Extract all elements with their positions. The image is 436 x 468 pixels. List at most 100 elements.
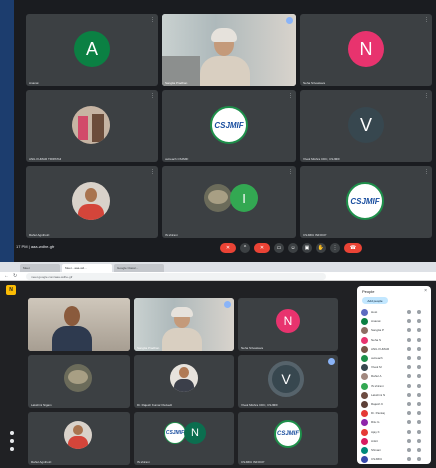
participant-tile-is-shirani[interactable]: CSJMIF N IS shirani [134,412,234,465]
participant-tile-anil[interactable]: ⋮ ANIL KUMAR TRIPATHI [26,90,158,162]
captions-icon[interactable]: ▭ [274,243,284,253]
avatar-n: N [184,422,206,444]
more-options-icon[interactable]: ⋮ [150,169,155,175]
mic-status-icon[interactable] [407,402,411,406]
avatar-n: N [276,309,300,333]
browser-tab-active[interactable]: Meet - aaa-wd... [62,264,112,272]
more-options-icon[interactable] [417,420,421,425]
avatar-a: A [74,31,110,67]
mic-status-icon[interactable] [407,310,411,314]
side-dot-icon[interactable] [10,447,14,451]
participant-avatar [361,410,368,418]
more-options-icon[interactable] [417,383,421,388]
people-panel-title: People [362,289,375,294]
participant-list-name: Rahul A [371,374,382,379]
participant-list-name: Neha S [371,337,382,342]
participant-video [134,298,234,351]
participant-avatar [361,419,368,427]
participant-avatar [361,336,368,344]
emoji-icon[interactable]: ☺ [288,243,298,253]
participant-tile-vivek[interactable]: V ⋮ Vivek Mishra CDC, CSJMIF [300,90,432,162]
side-dot-icon[interactable] [10,431,14,435]
mic-status-icon[interactable] [407,383,411,388]
more-options-icon[interactable] [417,319,421,324]
more-options-icon[interactable] [417,392,421,397]
more-options-icon[interactable]: ⋮ [330,243,340,253]
more-options-icon[interactable] [417,310,421,314]
camera-off-icon[interactable]: ✕ [254,243,270,253]
more-options-icon[interactable]: ⋮ [150,17,155,23]
more-options-icon[interactable]: ⋮ [150,93,155,99]
browser-tab-strip: Meet Meet - aaa-wd... Google Classr... [0,262,436,272]
mic-status-icon[interactable] [407,346,411,351]
participant-tile-ananat[interactable]: A ⋮ Ananat [26,14,158,86]
back-icon[interactable]: ← [4,273,9,279]
participant-tile-is-shirani[interactable]: I ⋮ IS shirani [162,166,296,238]
more-options-icon[interactable] [417,402,421,406]
participant-photo [170,364,198,392]
raise-hand-icon[interactable]: ✋ [316,243,326,253]
mic-status-icon[interactable] [407,319,411,324]
more-options-icon[interactable]: ⋮ [288,93,293,99]
participant-tile-lakshmi[interactable]: Lakshmi Nigam [28,355,130,408]
mic-status-icon[interactable] [407,420,411,425]
participant-list-name: ANIL KUMAR [371,346,390,351]
participant-tile-sangita[interactable]: Sangita Pradhan [162,14,296,86]
participant-list-name: Ananat [371,319,381,324]
participant-list-item[interactable]: CSJMIU [361,455,427,464]
participant-tile-csjmiu[interactable]: CSJMIF ⋮ CSJMIU INFOCP [300,166,432,238]
mic-status-icon[interactable] [407,448,411,452]
mic-status-icon[interactable] [407,365,411,370]
mic-status-icon[interactable] [407,356,411,360]
participant-tile-neha[interactable]: N ⋮ Neha Srivastava [300,14,432,86]
participant-tile-self[interactable] [28,298,130,351]
more-options-icon[interactable] [417,438,421,443]
more-options-icon[interactable] [417,365,421,370]
more-options-icon[interactable] [417,337,421,342]
address-bar[interactable]: meet.google.com/aaa-wdhe-gfr [26,273,326,280]
participant-tile-rahul[interactable]: Rahul Agnihotri [28,412,130,465]
add-people-button[interactable]: Add people [362,297,388,304]
mic-status-icon[interactable] [407,392,411,397]
more-options-icon[interactable] [417,356,421,360]
more-options-icon[interactable]: ⋮ [424,93,429,99]
participant-tile-rahul[interactable]: ⋮ Rahul Agnihotri [26,166,158,238]
participant-tile-rajesh[interactable]: Dr. Rajesh Kumar Dwivedi [134,355,234,408]
participant-video [28,298,130,351]
browser-tab[interactable]: Meet [20,264,60,272]
mic-status-icon[interactable] [407,429,411,434]
participant-tile-outreach[interactable]: CSJMIF ⋮ outreach CSJMIF [162,90,296,162]
reload-icon[interactable]: ↻ [13,273,17,279]
side-dot-icon[interactable] [10,439,14,443]
more-options-icon[interactable]: ⋮ [424,17,429,23]
mic-status-icon[interactable] [407,328,411,333]
people-panel: People × Add people Host Ananat Sangita P N… [357,286,431,464]
more-options-icon[interactable] [417,374,421,379]
more-options-icon[interactable] [417,429,421,434]
more-options-icon[interactable] [417,457,421,462]
participant-tile-csjmiu[interactable]: CSJMIF CSJMIU INFOCP [238,412,338,465]
browser-tab[interactable]: Google Classr... [114,264,164,272]
more-options-icon[interactable]: ⋮ [424,169,429,175]
mic-status-icon[interactable] [407,457,411,462]
more-options-icon[interactable] [417,328,421,333]
more-options-icon[interactable] [417,346,421,351]
more-options-icon[interactable] [417,448,421,452]
mic-status-icon[interactable] [407,411,411,416]
participant-name: Rahul Agnihotri [31,460,52,464]
mic-status-icon[interactable] [407,337,411,342]
participant-photo [72,182,110,220]
participant-tile-neha[interactable]: N Neha Srivastava [238,298,338,351]
more-options-icon[interactable] [417,411,421,416]
mic-off-icon[interactable]: ✕ [220,243,236,253]
mic-status-icon[interactable] [407,374,411,379]
chevron-up-icon[interactable]: ^ [240,243,250,253]
close-icon[interactable]: × [424,288,427,294]
present-icon[interactable]: ▣ [302,243,312,253]
leave-call-icon[interactable]: ☎ [344,243,362,253]
participant-tile-sangita[interactable]: Sangita Pradhan [134,298,234,351]
participant-tile-vivek[interactable]: V Vivek Mishra CDC, CSJMIF [238,355,338,408]
more-options-icon[interactable]: ⋮ [288,169,293,175]
meeting-control-bar: 17 PM | aaa-wdhe-gfr ✕ ^ ✕ ▭ ☺ ▣ ✋ ⋮ ☎ [14,240,436,258]
mic-status-icon[interactable] [407,438,411,443]
